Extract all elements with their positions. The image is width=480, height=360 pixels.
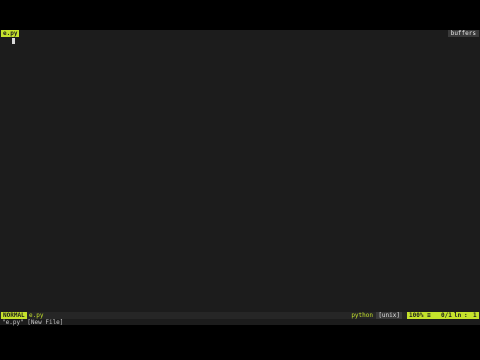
buffers-label: buffers — [447, 30, 479, 37]
status-line-info: 0/1 — [441, 312, 452, 319]
tab-e-py[interactable]: e.py — [1, 30, 20, 37]
editor-area[interactable] — [0, 37, 480, 311]
percent-symbol: ≡ — [427, 312, 431, 319]
mode-indicator: NORMAL — [1, 312, 27, 319]
status-column: 1 — [473, 312, 477, 319]
tabline: e.py buffers — [0, 30, 480, 37]
statusline: NORMAL e.py python [unix] 100% ≡ 0/1 ln … — [0, 312, 480, 319]
status-filetype: python — [351, 312, 373, 319]
command-line-message: "e.py" [New File] — [2, 319, 64, 326]
status-fileformat: [unix] — [376, 312, 402, 319]
line-number-symbol: ln — [454, 312, 462, 319]
text-cursor — [12, 38, 15, 44]
status-percent: 100% — [409, 312, 424, 319]
status-filename: e.py — [29, 312, 44, 319]
column-separator: : — [464, 312, 468, 319]
status-position: 100% ≡ 0/1 ln : 1 — [407, 312, 479, 319]
vim-window: e.py buffers NORMAL e.py python [unix] 1… — [0, 30, 480, 326]
